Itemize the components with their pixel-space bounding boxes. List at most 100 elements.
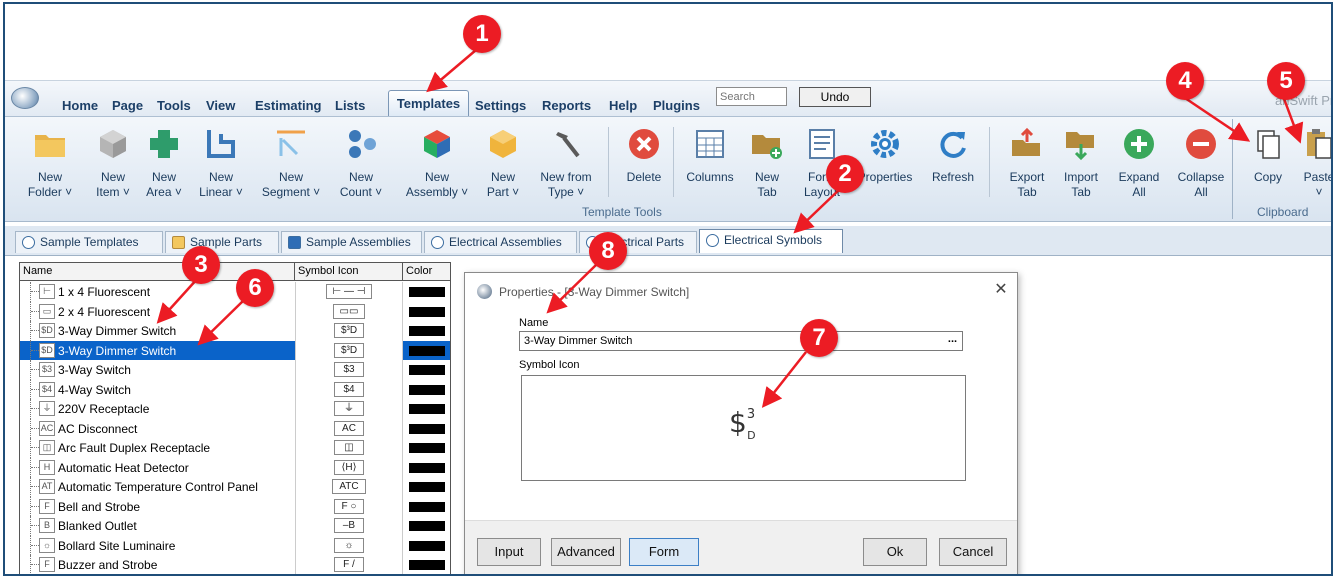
new-segment-button[interactable]: New Segment ˅ xyxy=(260,122,322,202)
row-symbol-icon-cell[interactable]: ATC xyxy=(295,477,403,497)
table-row[interactable]: F Buzzer and Strobe F / xyxy=(20,555,450,574)
form-button[interactable]: Form xyxy=(629,538,699,566)
row-color-swatch[interactable] xyxy=(409,306,445,317)
row-color-swatch[interactable] xyxy=(409,423,445,434)
row-color-swatch[interactable] xyxy=(409,540,445,551)
new-count-button[interactable]: New Count ˅ xyxy=(330,122,392,202)
tab-sample-templates[interactable]: Sample Templates xyxy=(15,231,163,253)
expand-all-button[interactable]: Expand All xyxy=(1108,122,1170,202)
advanced-button[interactable]: Advanced xyxy=(551,538,621,566)
menu-settings[interactable]: Settings xyxy=(475,98,526,113)
collapse-all-button[interactable]: Collapse All xyxy=(1170,122,1232,202)
table-row[interactable]: ⏚ 220V Receptacle ⏚ xyxy=(20,399,450,419)
paste-button[interactable]: Paste ˅ xyxy=(1288,122,1331,202)
import-tab-icon xyxy=(1066,132,1094,161)
row-color-swatch[interactable] xyxy=(409,345,445,356)
new-part-button[interactable]: New Part ˅ xyxy=(472,122,534,202)
row-color-swatch[interactable] xyxy=(409,521,445,531)
table-row[interactable]: H Automatic Heat Detector ⟨H⟩ xyxy=(20,457,450,477)
row-color-swatch[interactable] xyxy=(409,482,445,492)
menu-help[interactable]: Help xyxy=(609,98,637,113)
ok-button[interactable]: Ok xyxy=(863,538,927,566)
row-color-swatch[interactable] xyxy=(409,560,445,570)
tree-line xyxy=(31,291,39,292)
row-symbol-icon-cell[interactable]: F / xyxy=(295,555,403,574)
delete-button[interactable]: Delete xyxy=(613,122,675,202)
refresh-button[interactable]: Refresh xyxy=(922,122,984,202)
name-label: Name xyxy=(519,317,549,329)
paste-icon xyxy=(1307,129,1331,159)
row-symbol-icon-cell[interactable]: ◫ xyxy=(295,438,403,458)
row-color-swatch[interactable] xyxy=(409,326,445,336)
table-row[interactable]: F Bell and Strobe F ○ xyxy=(20,496,450,516)
menu-lists[interactable]: Lists xyxy=(335,98,365,113)
row-name: 2 x 4 Fluorescent xyxy=(58,304,151,319)
close-icon[interactable]: ✕ xyxy=(991,280,1011,300)
input-button[interactable]: Input xyxy=(477,538,541,566)
menu-page[interactable]: Page xyxy=(112,98,143,113)
new-from-type-button[interactable]: New from Type ˅ xyxy=(535,122,597,202)
undo-button[interactable]: Undo xyxy=(799,87,871,107)
name-field[interactable]: 3-Way Dimmer Switch xyxy=(519,331,963,351)
row-symbol-icon-cell[interactable]: F ○ xyxy=(295,496,403,516)
table-row[interactable]: B Blanked Outlet –B xyxy=(20,516,450,536)
row-color-swatch[interactable] xyxy=(409,404,445,414)
table-row[interactable]: ◫ Arc Fault Duplex Receptacle ◫ xyxy=(20,438,450,458)
menu-reports[interactable]: Reports xyxy=(542,98,591,113)
menu-tools[interactable]: Tools xyxy=(157,98,191,113)
row-symbol-icon-cell[interactable]: ☼ xyxy=(295,535,403,555)
table-row[interactable]: ☼ Bollard Site Luminaire ☼ xyxy=(20,535,450,555)
row-symbol-icon-cell[interactable]: ⏚ xyxy=(295,399,403,419)
row-name: AC Disconnect xyxy=(58,421,138,436)
browse-ellipsis-button[interactable]: ... xyxy=(943,332,962,350)
table-row[interactable]: AT Automatic Temperature Control Panel ATC xyxy=(20,477,450,497)
row-color-swatch[interactable] xyxy=(409,384,445,395)
new-linear-button[interactable]: New Linear ˅ xyxy=(190,122,252,202)
row-symbol-icon-cell[interactable]: ▭▭ xyxy=(295,301,403,321)
table-row[interactable]: AC AC Disconnect AC xyxy=(20,418,450,438)
menu-plugins[interactable]: Plugins xyxy=(653,98,700,113)
part-cube-icon xyxy=(172,236,185,249)
row-color-swatch[interactable] xyxy=(409,501,445,512)
row-color-swatch[interactable] xyxy=(409,365,445,375)
menu-home[interactable]: Home xyxy=(62,98,98,113)
search-input[interactable] xyxy=(716,87,787,106)
table-row[interactable]: $3 3-Way Switch $3 xyxy=(20,360,450,380)
app-logo-icon[interactable] xyxy=(11,87,39,109)
table-row[interactable]: $D 3-Way Dimmer Switch $³D xyxy=(20,321,450,341)
menu-view[interactable]: View xyxy=(206,98,235,113)
row-symbol-icon-cell[interactable]: ⟨H⟩ xyxy=(295,457,403,477)
symbol-glyph: F / xyxy=(334,557,364,572)
tab-sample-parts[interactable]: Sample Parts xyxy=(165,231,279,253)
row-color-swatch[interactable] xyxy=(409,462,445,473)
dialog-footer: Input Advanced Form Ok Cancel xyxy=(465,520,1017,574)
tab-sample-assemblies[interactable]: Sample Assemblies xyxy=(281,231,422,253)
tree-line xyxy=(31,330,39,331)
row-symbol-icon-cell[interactable]: $3 xyxy=(295,360,403,380)
row-symbol-icon-cell[interactable]: $³D xyxy=(295,321,403,341)
row-symbol-icon-cell[interactable]: AC xyxy=(295,418,403,438)
new-folder-button[interactable]: New Folder ˅ xyxy=(19,122,81,202)
table-row[interactable]: $4 4-Way Switch $4 xyxy=(20,379,450,399)
tab-electrical-assemblies[interactable]: Electrical Assemblies xyxy=(424,231,577,253)
table-row[interactable]: ▭ 2 x 4 Fluorescent ▭▭ xyxy=(20,301,450,321)
symbol-glyph: AC xyxy=(334,420,364,436)
table-row[interactable]: $D 3-Way Dimmer Switch $³D xyxy=(20,340,450,360)
row-symbol-icon-cell[interactable]: $³D xyxy=(295,340,403,360)
row-color-swatch[interactable] xyxy=(409,287,445,297)
properties-button[interactable]: Properties xyxy=(854,122,916,202)
row-symbol-icon-cell[interactable]: –B xyxy=(295,516,403,536)
cancel-button[interactable]: Cancel xyxy=(939,538,1007,566)
new-assembly-button[interactable]: New Assembly ˅ xyxy=(406,122,468,202)
column-header-symbol-icon[interactable]: Symbol Icon xyxy=(295,263,403,281)
row-symbol-icon-cell[interactable]: $4 xyxy=(295,379,403,399)
tab-electrical-symbols[interactable]: Electrical Symbols xyxy=(699,229,843,253)
menu-templates[interactable]: Templates xyxy=(388,90,469,118)
symbol-icon-preview[interactable]: $3D xyxy=(521,375,966,481)
tree-line xyxy=(31,564,39,565)
row-symbol-icon-cell[interactable]: ⊢ — ⊣ xyxy=(295,282,403,302)
tree-line xyxy=(31,427,39,429)
row-color-swatch[interactable] xyxy=(409,443,445,453)
column-header-color[interactable]: Color xyxy=(403,263,450,281)
menu-estimating[interactable]: Estimating xyxy=(255,98,321,113)
